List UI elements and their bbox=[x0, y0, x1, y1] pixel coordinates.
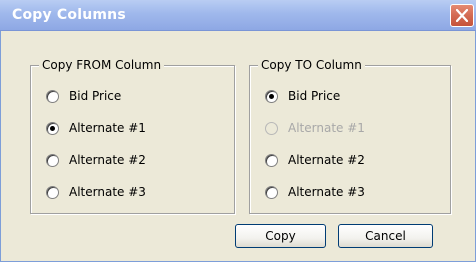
radio-label: Alternate #1 bbox=[69, 121, 146, 135]
radio-button-selected[interactable] bbox=[265, 90, 278, 103]
radio-label: Alternate #3 bbox=[69, 185, 146, 199]
title-bar[interactable]: Copy Columns bbox=[0, 0, 476, 31]
radio-label: Alternate #2 bbox=[288, 153, 365, 167]
radio-label: Alternate #3 bbox=[288, 185, 365, 199]
radio-label: Alternate #2 bbox=[69, 153, 146, 167]
window-title: Copy Columns bbox=[12, 7, 126, 23]
radio-button[interactable] bbox=[46, 90, 59, 103]
radio-button-disabled bbox=[265, 122, 278, 135]
close-icon bbox=[456, 9, 468, 22]
radio-label: Alternate #1 bbox=[288, 121, 365, 135]
cancel-button[interactable]: Cancel bbox=[338, 224, 433, 248]
copy-columns-dialog: Copy Columns Copy FROM Column Bid Price … bbox=[0, 0, 476, 262]
radio-label: Bid Price bbox=[69, 89, 122, 103]
radio-button[interactable] bbox=[265, 154, 278, 167]
radio-button[interactable] bbox=[265, 186, 278, 199]
copy-button[interactable]: Copy bbox=[235, 224, 326, 248]
copy-from-group: Copy FROM Column Bid Price Alternate #1 … bbox=[30, 58, 235, 214]
close-button[interactable] bbox=[450, 4, 474, 27]
copy-to-legend: Copy TO Column bbox=[258, 58, 365, 72]
radio-button[interactable] bbox=[46, 154, 59, 167]
radio-button[interactable] bbox=[46, 186, 59, 199]
copy-from-legend: Copy FROM Column bbox=[39, 58, 165, 72]
radio-label: Bid Price bbox=[288, 89, 341, 103]
radio-button-selected[interactable] bbox=[46, 122, 59, 135]
copy-to-group: Copy TO Column Bid Price Alternate #1 Al… bbox=[249, 58, 451, 214]
